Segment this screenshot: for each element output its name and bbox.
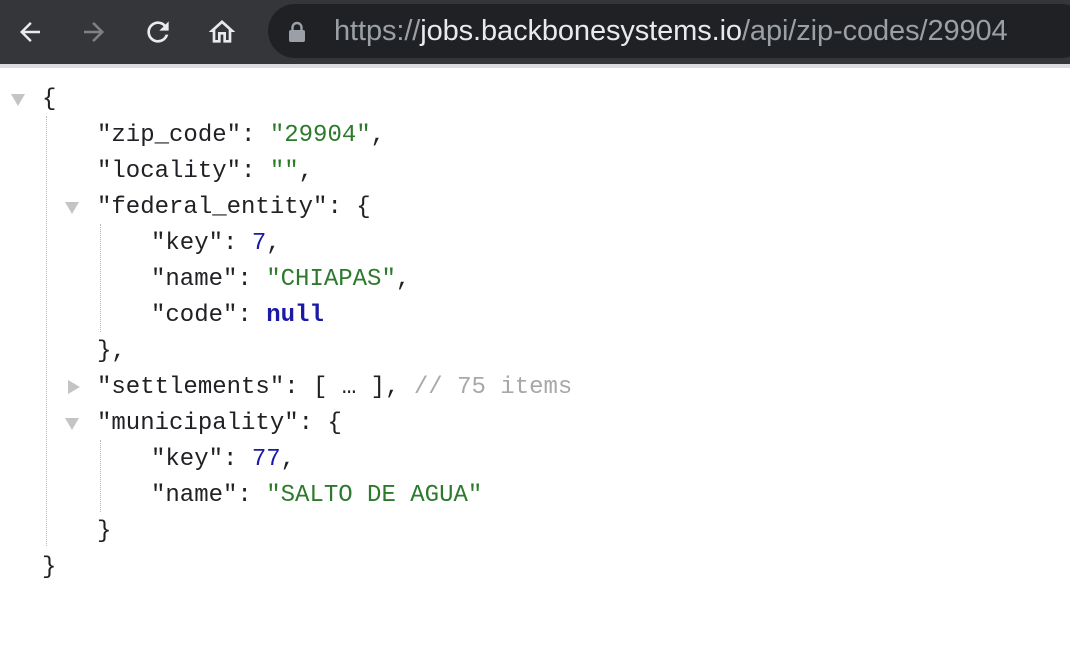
settlements-line: "settlements": [ … ], // 75 items [97, 374, 573, 401]
zip-code-line: "zip_code": "29904", [97, 122, 386, 149]
collapse-triangle-icon[interactable] [65, 202, 79, 214]
federal-entity-indent-guide [100, 224, 101, 332]
municipality-indent-guide [100, 440, 101, 512]
settlements-comment: // 75 items [413, 374, 573, 401]
municipality-key-line: "key": 77, [151, 446, 296, 473]
federal-entity-name-line: "name": "CHIAPAS", [151, 266, 411, 293]
reload-icon [147, 21, 169, 43]
url-host: jobs.backbonesystems.io [420, 15, 742, 47]
zip-code-value: "29904" [269, 122, 371, 149]
collapse-triangle-icon[interactable] [11, 94, 25, 106]
mun-name-value: "SALTO DE AGUA" [266, 482, 483, 509]
settlements-key: "settlements" [97, 374, 285, 401]
mun-key-value: 77 [251, 446, 281, 473]
reload-button[interactable] [138, 12, 178, 52]
fe-key-value: 7 [251, 230, 267, 257]
municipality-line: "municipality": { [97, 410, 342, 437]
json-viewer: { "zip_code": "29904", "locality": "", "… [0, 68, 1070, 648]
settlements-collapsed[interactable]: [ … ] [313, 374, 385, 401]
home-icon [208, 20, 236, 43]
locality-key: "locality" [97, 158, 242, 185]
forward-arrow-icon [84, 22, 104, 42]
federal-entity-key-line: "key": 7, [151, 230, 281, 257]
federal-entity-line: "federal_entity": { [97, 194, 371, 221]
municipality-close: } [97, 518, 112, 545]
lock-icon [289, 21, 305, 42]
mun-name-key: "name" [151, 482, 238, 509]
url-path: /api/zip-codes/29904 [741, 15, 1008, 47]
collapse-triangle-icon[interactable] [65, 418, 79, 430]
zip-code-key: "zip_code" [97, 122, 242, 149]
locality-value: "" [269, 158, 299, 185]
address-bar[interactable]: https://jobs.backbonesystems.io/api/zip-… [268, 4, 1070, 58]
url-scheme: https:// [334, 15, 421, 47]
federal-entity-close: }, [97, 338, 126, 365]
fe-key-key: "key" [151, 230, 224, 257]
forward-button[interactable] [74, 12, 114, 52]
mun-key-key: "key" [151, 446, 224, 473]
federal-entity-key: "federal_entity" [97, 194, 328, 221]
root-open: { [42, 86, 57, 113]
fe-name-key: "name" [151, 266, 238, 293]
fe-name-value: "CHIAPAS" [266, 266, 396, 293]
browser-toolbar: https://jobs.backbonesystems.io/api/zip-… [0, 0, 1070, 64]
fe-code-key: "code" [151, 302, 238, 329]
root-close: } [42, 554, 57, 581]
url-text[interactable]: https://jobs.backbonesystems.io/api/zip-… [334, 12, 1008, 50]
back-button[interactable] [10, 12, 50, 52]
expand-triangle-icon[interactable] [68, 380, 80, 394]
home-button[interactable] [202, 12, 242, 52]
municipality-name-line: "name": "SALTO DE AGUA" [151, 482, 483, 509]
federal-entity-code-line: "code": null [151, 302, 324, 329]
root-indent-guide [46, 116, 47, 546]
back-arrow-icon [20, 22, 40, 42]
municipality-key: "municipality" [97, 410, 299, 437]
locality-line: "locality": "", [97, 158, 314, 185]
fe-code-value: null [266, 302, 324, 329]
